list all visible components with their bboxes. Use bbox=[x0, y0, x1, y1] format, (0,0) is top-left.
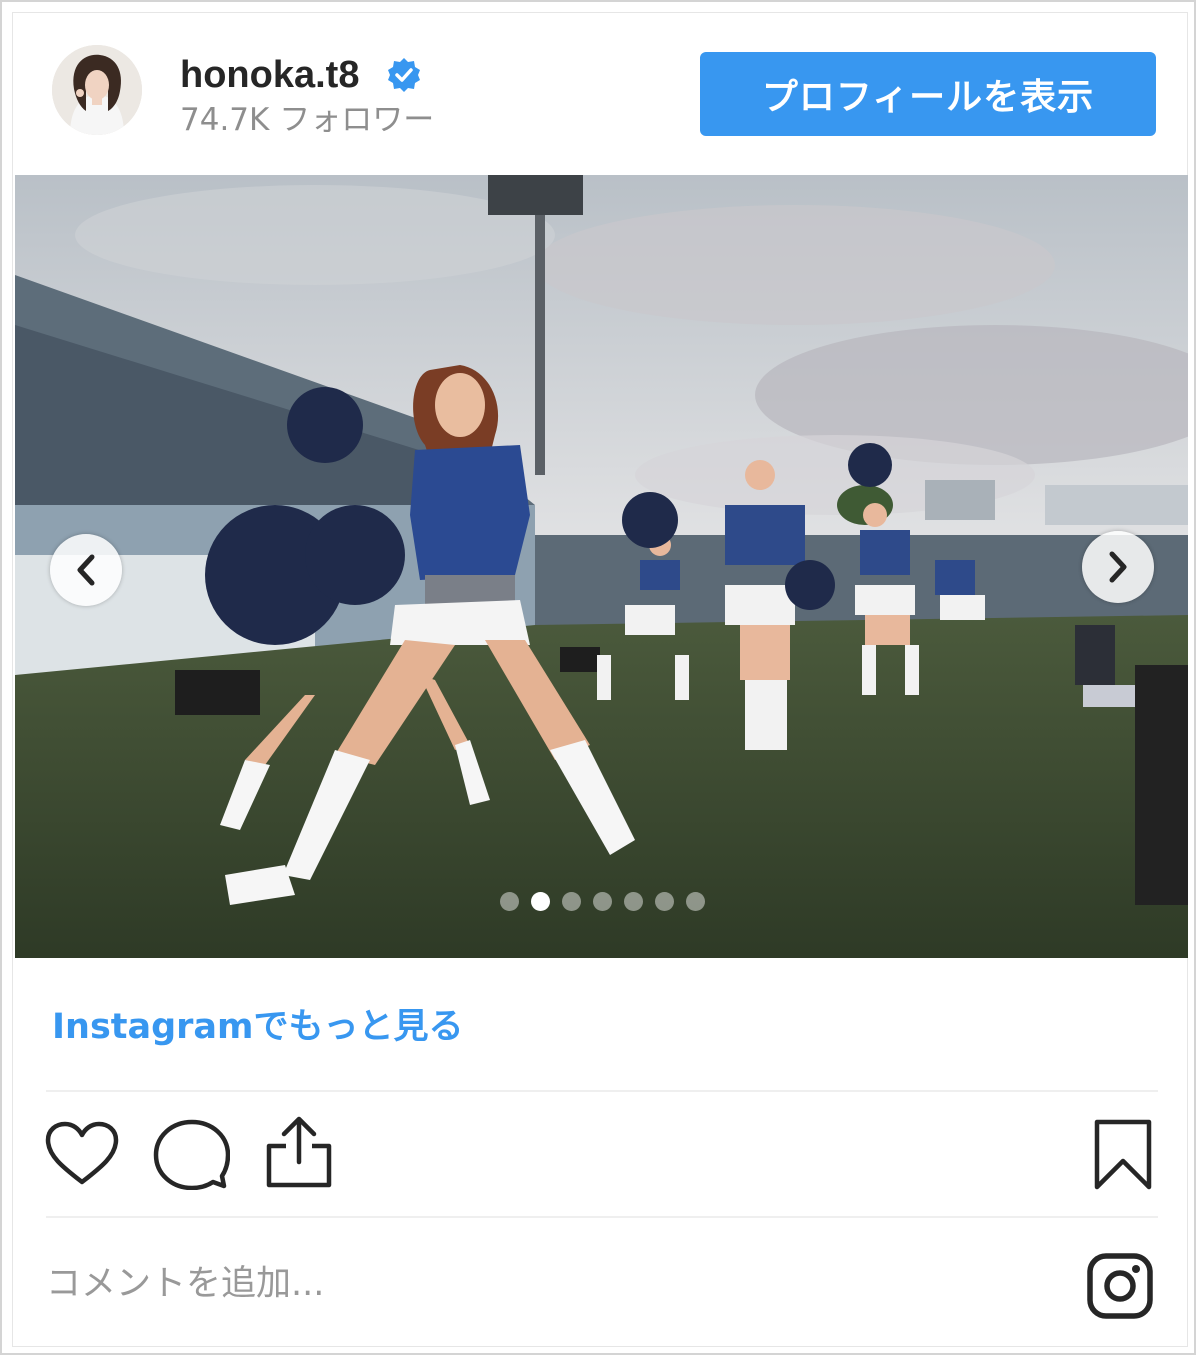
heart-icon[interactable] bbox=[44, 1120, 120, 1188]
carousel-indicator bbox=[500, 892, 705, 911]
follower-count: 74.7K フォロワー bbox=[180, 102, 435, 138]
comment-icon[interactable] bbox=[152, 1118, 230, 1190]
divider bbox=[46, 1090, 1158, 1092]
verified-badge-icon bbox=[388, 58, 420, 92]
chevron-left-icon bbox=[77, 554, 95, 586]
carousel-dot[interactable] bbox=[500, 892, 519, 911]
previous-slide-button[interactable] bbox=[50, 534, 122, 606]
carousel-dot[interactable] bbox=[593, 892, 612, 911]
avatar[interactable] bbox=[52, 45, 142, 135]
carousel-dot[interactable] bbox=[624, 892, 643, 911]
divider bbox=[46, 1216, 1158, 1218]
carousel-dot[interactable] bbox=[686, 892, 705, 911]
username[interactable]: honoka.t8 bbox=[180, 54, 359, 96]
post-photo[interactable] bbox=[15, 175, 1188, 958]
share-icon[interactable] bbox=[264, 1114, 334, 1190]
view-profile-button[interactable]: プロフィールを表示 bbox=[700, 52, 1156, 136]
add-comment-input[interactable]: コメントを追加... bbox=[46, 1262, 324, 1306]
view-more-on-instagram-link[interactable]: Instagramでもっと見る bbox=[52, 1005, 464, 1049]
chevron-right-icon bbox=[1109, 551, 1127, 583]
carousel-dot-active[interactable] bbox=[531, 892, 550, 911]
instagram-embed-card: honoka.t8 74.7K フォロワー プロフィールを表示 Instagra… bbox=[0, 0, 1196, 1355]
cheerleaders-stadium-image bbox=[15, 175, 1188, 958]
avatar-photo bbox=[52, 45, 142, 135]
carousel-dot[interactable] bbox=[562, 892, 581, 911]
next-slide-button[interactable] bbox=[1082, 531, 1154, 603]
bookmark-icon[interactable] bbox=[1092, 1117, 1154, 1193]
instagram-logo-icon[interactable] bbox=[1086, 1252, 1154, 1320]
carousel-dot[interactable] bbox=[655, 892, 674, 911]
